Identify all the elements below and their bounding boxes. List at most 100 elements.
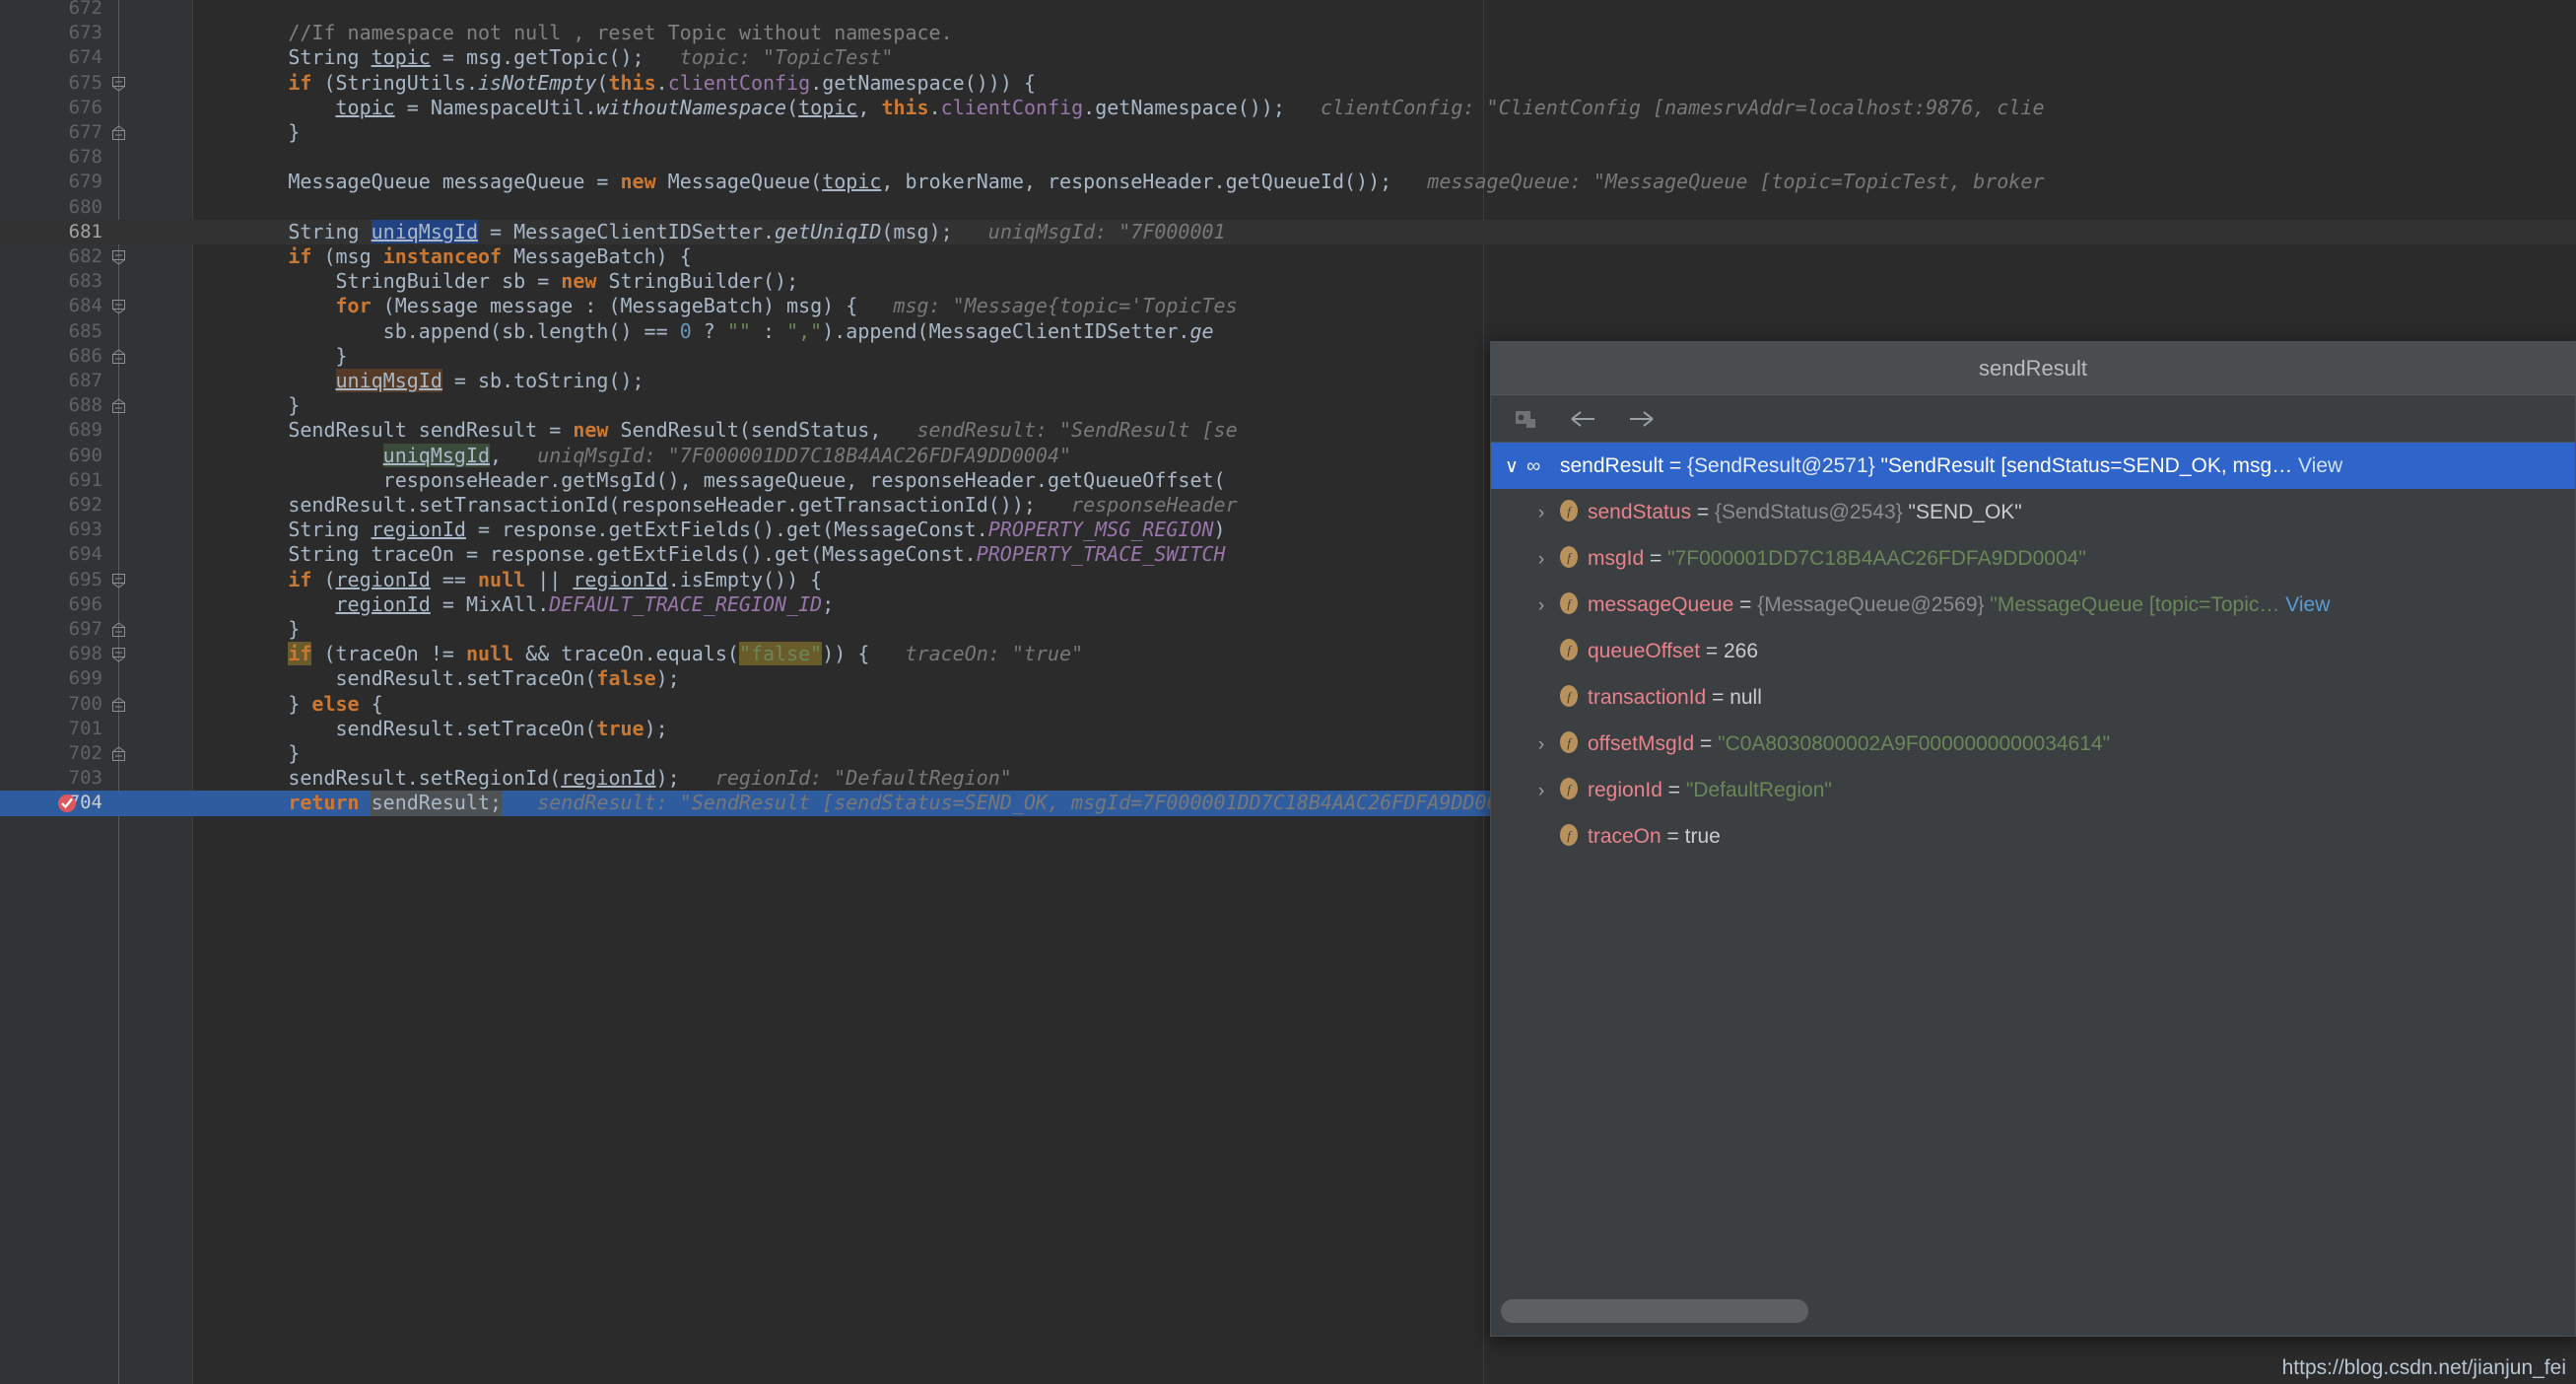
fold-end-icon[interactable] [110,397,128,415]
fold-end-icon[interactable] [110,745,128,763]
variable-row[interactable]: › f messageQueue = {MessageQueue@2569} "Me… [1491,582,2575,628]
code-token: topic [335,95,395,119]
line-number: 675 [68,71,102,94]
code-line[interactable]: 684 for (Message message : (MessageBatch… [0,294,2576,318]
code-token: String traceOn = response.getExtFields()… [193,542,977,567]
chevron-right-icon[interactable]: › [1526,536,1556,583]
line-number: 695 [68,568,102,590]
fold-end-icon[interactable] [110,348,128,366]
scrollbar-thumb[interactable] [1501,1299,1808,1323]
line-number: 693 [68,519,102,541]
fold-end-icon[interactable] [110,696,128,714]
chevron-right-icon[interactable]: › [1526,490,1556,536]
line-number: 689 [68,419,102,442]
variable-row[interactable]: f transactionId = null [1491,674,2575,721]
variable-equals: = [1663,454,1687,477]
chevron-down-icon[interactable]: ∨ [1497,444,1526,490]
code-token: uniqMsgId: "7F000001DD7C18B4AAC26FDFA9DD… [502,443,1072,467]
popup-toolbar[interactable] [1491,395,2575,443]
code-token: = NamespaceUtil. [394,95,597,119]
code-token: String [193,518,372,542]
variable-row[interactable]: f queueOffset = 266 [1491,628,2575,674]
code-token: regionId [335,567,431,591]
code-token: sendResult.setTraceOn( [193,716,597,740]
line-number: 683 [68,270,102,293]
code-line-text: sendResult.setTraceOn(false); [193,666,679,691]
forward-arrow-icon[interactable] [1625,403,1657,435]
code-token: = msg.getTopic(); [430,45,644,70]
code-line[interactable]: 677 } [0,120,2576,145]
code-line[interactable]: 681 String uniqMsgId = MessageClientIDSe… [0,219,2576,244]
code-token: { [359,691,383,716]
code-line[interactable]: 675 if (StringUtils.isNotEmpty(this.clie… [0,71,2576,96]
code-token: uniqMsgId [371,219,478,243]
code-token: sendResult.setTransactionId(responseHead… [193,493,1036,517]
fold-collapse-icon[interactable] [110,572,128,589]
variable-name: msgId [1588,547,1645,570]
code-token: "," [786,318,823,343]
field-icon: f [1556,590,1582,616]
line-number: 692 [68,494,102,516]
fold-collapse-icon[interactable] [110,75,128,93]
breakpoint-icon[interactable] [57,794,77,813]
variable-row[interactable]: ∨ ∞ sendResult = {SendResult@2571} "SendRe… [1491,443,2575,489]
popup-horizontal-scrollbar[interactable] [1491,1288,2575,1336]
code-line[interactable]: 672 [0,0,2576,21]
code-line-text: sb.append(sb.length() == 0 ? "" : ",").a… [193,319,1214,344]
code-line[interactable]: 685 sb.append(sb.length() == 0 ? "" : ",… [0,319,2576,344]
copy-value-icon[interactable] [1511,403,1542,435]
code-line[interactable]: 679 MessageQueue messageQueue = new Mess… [0,170,2576,194]
fold-collapse-icon[interactable] [110,298,128,315]
code-line[interactable]: 683 StringBuilder sb = new StringBuilder… [0,269,2576,294]
back-arrow-icon[interactable] [1568,403,1599,435]
code-line-text: uniqMsgId, uniqMsgId: "7F000001DD7C18B4A… [193,443,1072,468]
code-token: : [750,318,787,343]
variable-value: "7F000001DD7C18B4AAC26FDFA9DD0004" [1667,547,2086,570]
variable-name: sendStatus [1588,501,1692,523]
variable-row[interactable]: › f msgId = "7F000001DD7C18B4AAC26FDFA9DD0… [1491,535,2575,582]
code-line[interactable]: 673 //If namespace not null , reset Topi… [0,21,2576,45]
fold-end-icon[interactable] [110,621,128,639]
code-line[interactable]: 678 [0,145,2576,170]
code-token: String [193,45,372,70]
line-number: 685 [68,319,102,342]
code-line[interactable]: 680 [0,195,2576,220]
code-token: (msg); [881,219,953,243]
line-number: 680 [68,195,102,218]
fold-end-icon[interactable] [110,124,128,142]
code-token: topic [798,95,858,119]
variable-row[interactable]: › f offsetMsgId = "C0A8030800002A9F0000000… [1491,721,2575,767]
view-link[interactable]: View [2279,593,2330,616]
code-line[interactable]: 674 String topic = msg.getTopic(); topic… [0,45,2576,70]
code-line[interactable]: 682 if (msg instanceof MessageBatch) { [0,244,2576,269]
code-token: null [478,567,526,591]
code-token: regionId [573,567,668,591]
variable-name: regionId [1588,779,1662,801]
code-token: clientConfig: "ClientConfig [namesrvAddr… [1284,95,2045,119]
fold-collapse-icon[interactable] [110,248,128,266]
variable-value: true [1684,825,1721,848]
chevron-right-icon[interactable]: › [1526,583,1556,629]
variables-tree[interactable]: ∨ ∞ sendResult = {SendResult@2571} "SendRe… [1491,443,2575,1288]
variable-row[interactable]: f traceOn = true [1491,813,2575,860]
code-token: .getNamespace())) { [810,70,1036,95]
view-link[interactable]: View [2292,454,2342,477]
code-line-text: responseHeader.getMsgId(), messageQueue,… [193,468,1226,493]
code-token: uniqMsgId [382,443,491,467]
code-token: ) [1213,518,1226,542]
code-line[interactable]: 676 topic = NamespaceUtil.withoutNamespa… [0,96,2576,120]
code-token: } [193,691,312,716]
chevron-right-icon[interactable]: › [1526,768,1556,814]
variable-reference: {SendResult@2571} [1687,454,1875,477]
chevron-right-icon[interactable]: › [1526,722,1556,768]
code-token: this [608,70,656,95]
variable-equals: = [1694,732,1719,755]
fold-collapse-icon[interactable] [110,646,128,663]
variable-row[interactable]: › f sendStatus = {SendStatus@2543} "SEND_O… [1491,489,2575,535]
debugger-value-popup[interactable]: sendResult ∨ ∞ sendResult = {SendResult@… [1490,341,2576,1337]
variable-row[interactable]: › f regionId = "DefaultRegion" [1491,767,2575,813]
